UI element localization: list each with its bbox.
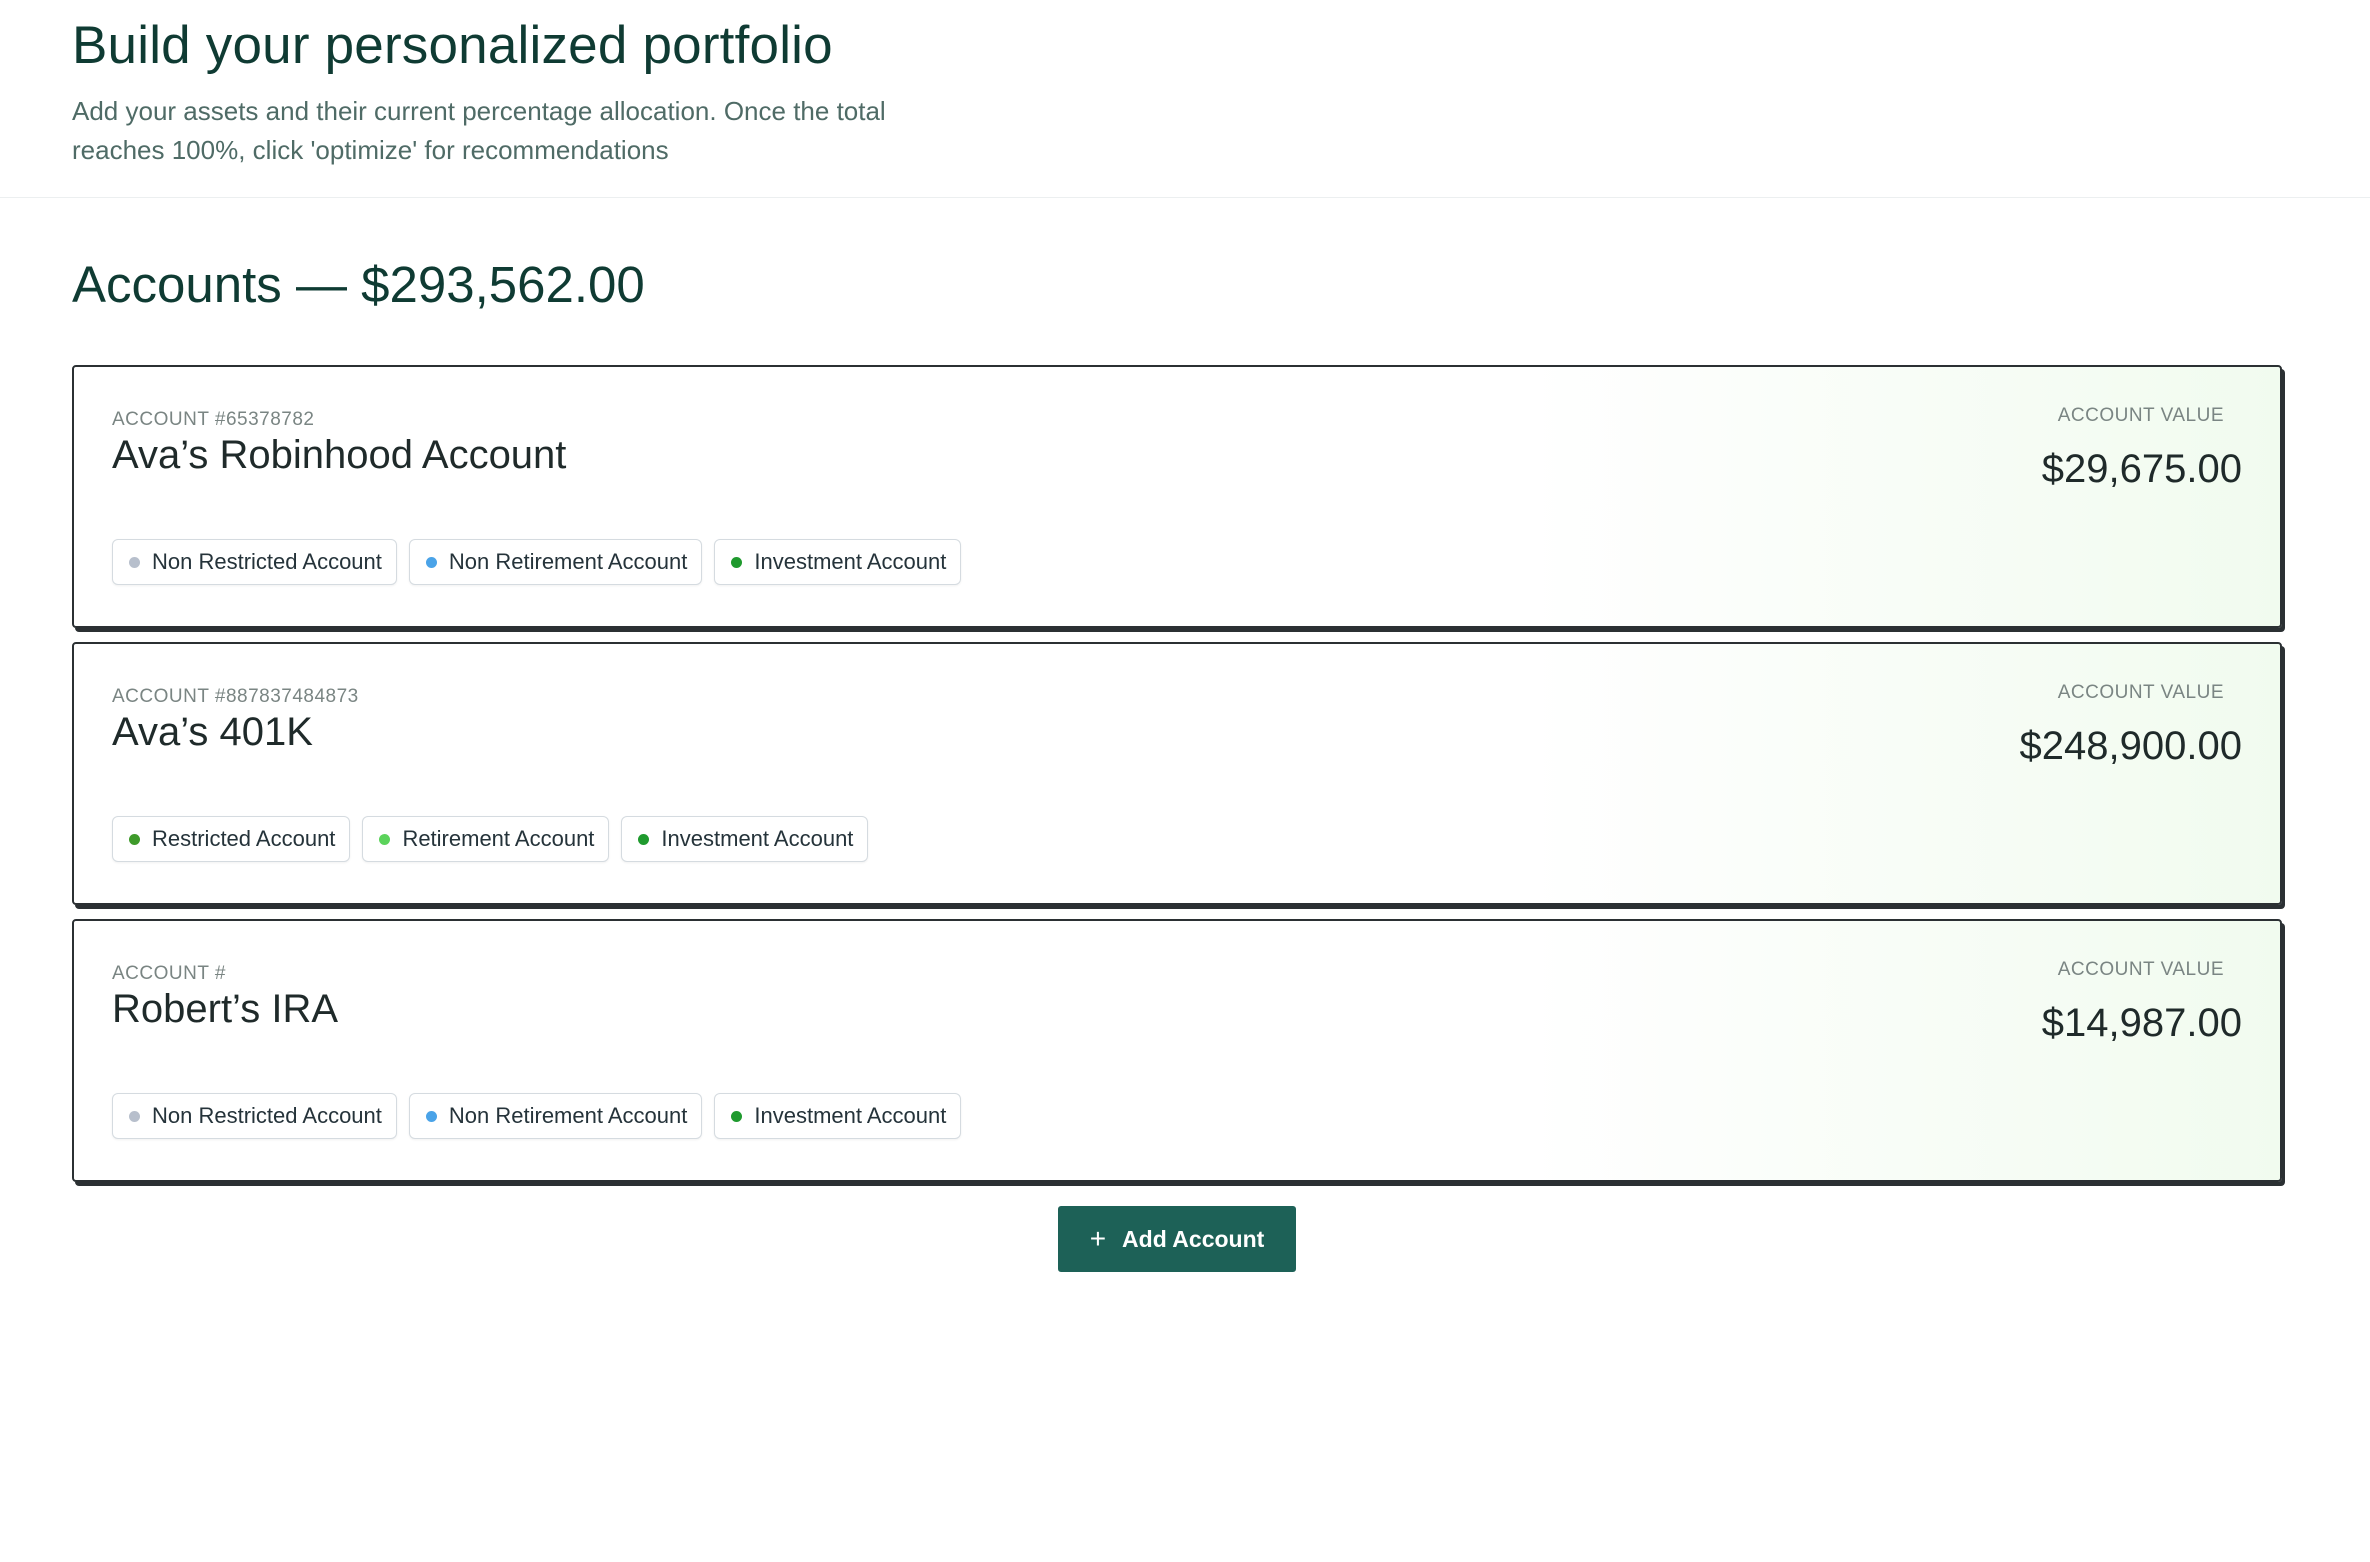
account-tag: Non Restricted Account [112, 1093, 397, 1140]
tag-dot-icon [731, 556, 743, 568]
account-tag: Investment Account [621, 816, 869, 863]
tag-label: Non Retirement Account [448, 1103, 688, 1129]
account-tag: Non Retirement Account [408, 539, 703, 586]
tag-dot-icon [731, 1110, 743, 1122]
page-header: Build your personalized portfolio Add yo… [0, 0, 2370, 198]
account-tags: Restricted Account Retirement Account In… [112, 816, 869, 863]
tag-dot-icon [129, 833, 140, 845]
plus-icon: + [1089, 1223, 1107, 1255]
account-number: ACCOUNT # [112, 963, 226, 985]
tag-dot-icon [425, 556, 437, 568]
add-account-label: Add Account [1122, 1225, 1265, 1252]
account-tag: Restricted Account [112, 816, 351, 863]
tag-dot-icon [425, 1110, 437, 1122]
account-number: ACCOUNT #65378782 [112, 409, 315, 431]
account-tag: Non Restricted Account [112, 539, 397, 586]
account-tags: Non Restricted Account Non Retirement Ac… [112, 1093, 962, 1140]
tag-label: Non Restricted Account [152, 549, 382, 575]
accounts-section: Accounts — $293,562.00 ACCOUNT #65378782… [0, 254, 2370, 1273]
account-number: ACCOUNT #887837484873 [112, 686, 359, 708]
account-card[interactable]: ACCOUNT # Robert’s IRA ACCOUNT VALUE $14… [72, 919, 2282, 1183]
page-title: Build your personalized portfolio [72, 16, 833, 75]
account-tags: Non Restricted Account Non Retirement Ac… [112, 539, 962, 586]
account-value-label: ACCOUNT VALUE [2057, 959, 2224, 981]
tag-label: Retirement Account [402, 826, 595, 852]
add-account-button[interactable]: + Add Account [1058, 1206, 1296, 1273]
tag-label: Investment Account [661, 826, 854, 852]
account-card[interactable]: ACCOUNT #887837484873 Ava’s 401K ACCOUNT… [72, 642, 2282, 906]
account-value: $14,987.00 [2041, 1001, 2242, 1046]
tag-dot-icon [129, 1110, 140, 1122]
account-tag: Investment Account [714, 539, 962, 586]
tag-label: Non Retirement Account [448, 549, 688, 575]
tag-dot-icon [129, 556, 140, 568]
tag-label: Restricted Account [152, 826, 336, 852]
account-name: Ava’s 401K [112, 710, 313, 755]
account-value-label: ACCOUNT VALUE [2057, 405, 2224, 427]
tag-dot-icon [638, 833, 650, 845]
account-tag: Retirement Account [362, 816, 610, 863]
tag-label: Investment Account [754, 549, 947, 575]
page-subtitle: Add your assets and their current percen… [72, 95, 886, 165]
account-name: Ava’s Robinhood Account [112, 433, 567, 478]
add-account-row: + Add Account [72, 1206, 2282, 1273]
tag-label: Non Restricted Account [152, 1103, 382, 1129]
tag-dot-icon [379, 833, 391, 845]
account-tag: Non Retirement Account [408, 1093, 703, 1140]
account-value-label: ACCOUNT VALUE [2057, 682, 2224, 704]
account-value: $29,675.00 [2041, 447, 2242, 492]
account-value: $248,900.00 [2019, 724, 2242, 769]
tag-label: Investment Account [754, 1103, 947, 1129]
accounts-list: ACCOUNT #65378782 Ava’s Robinhood Accoun… [72, 365, 2282, 1183]
account-tag: Investment Account [714, 1093, 962, 1140]
account-name: Robert’s IRA [112, 987, 339, 1032]
accounts-total-heading: Accounts — $293,562.00 [72, 256, 645, 313]
account-card[interactable]: ACCOUNT #65378782 Ava’s Robinhood Accoun… [72, 365, 2282, 629]
